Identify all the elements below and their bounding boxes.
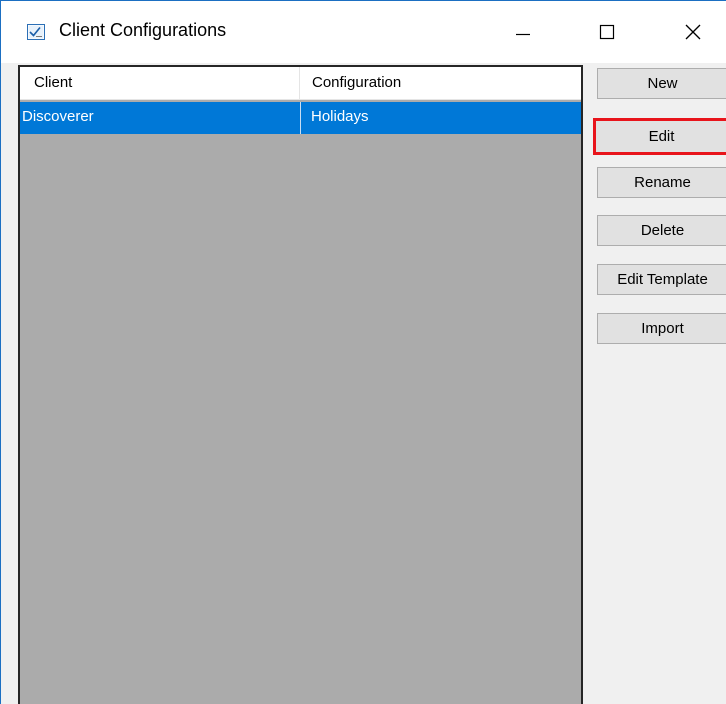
rename-button[interactable]: Rename [597, 167, 726, 198]
close-button[interactable] [677, 15, 723, 49]
close-icon [685, 24, 701, 40]
new-button[interactable]: New [597, 68, 726, 99]
window-title: Client Configurations [59, 20, 227, 40]
checklist-icon [27, 24, 45, 40]
maximize-icon [599, 24, 615, 40]
edit-template-button[interactable]: Edit Template [597, 264, 726, 295]
list-header: Client Configuration [20, 67, 581, 100]
client-configurations-window: Client Configurations Client Configurati… [0, 0, 726, 704]
delete-button[interactable]: Delete [597, 215, 726, 246]
cell-client: Discoverer [22, 108, 94, 125]
title-bar[interactable]: Client Configurations [1, 1, 726, 63]
import-button[interactable]: Import [597, 313, 726, 344]
maximize-button[interactable] [593, 15, 639, 49]
column-header-configuration[interactable]: Configuration [300, 67, 581, 99]
configurations-list[interactable]: Client Configuration Discoverer Holidays [18, 65, 583, 704]
cell-configuration: Holidays [300, 102, 581, 134]
list-row[interactable]: Discoverer Holidays [20, 102, 581, 134]
edit-button[interactable]: Edit [593, 118, 726, 155]
minimize-button[interactable] [499, 15, 545, 49]
minimize-icon [516, 33, 530, 36]
column-header-client[interactable]: Client [20, 67, 300, 99]
